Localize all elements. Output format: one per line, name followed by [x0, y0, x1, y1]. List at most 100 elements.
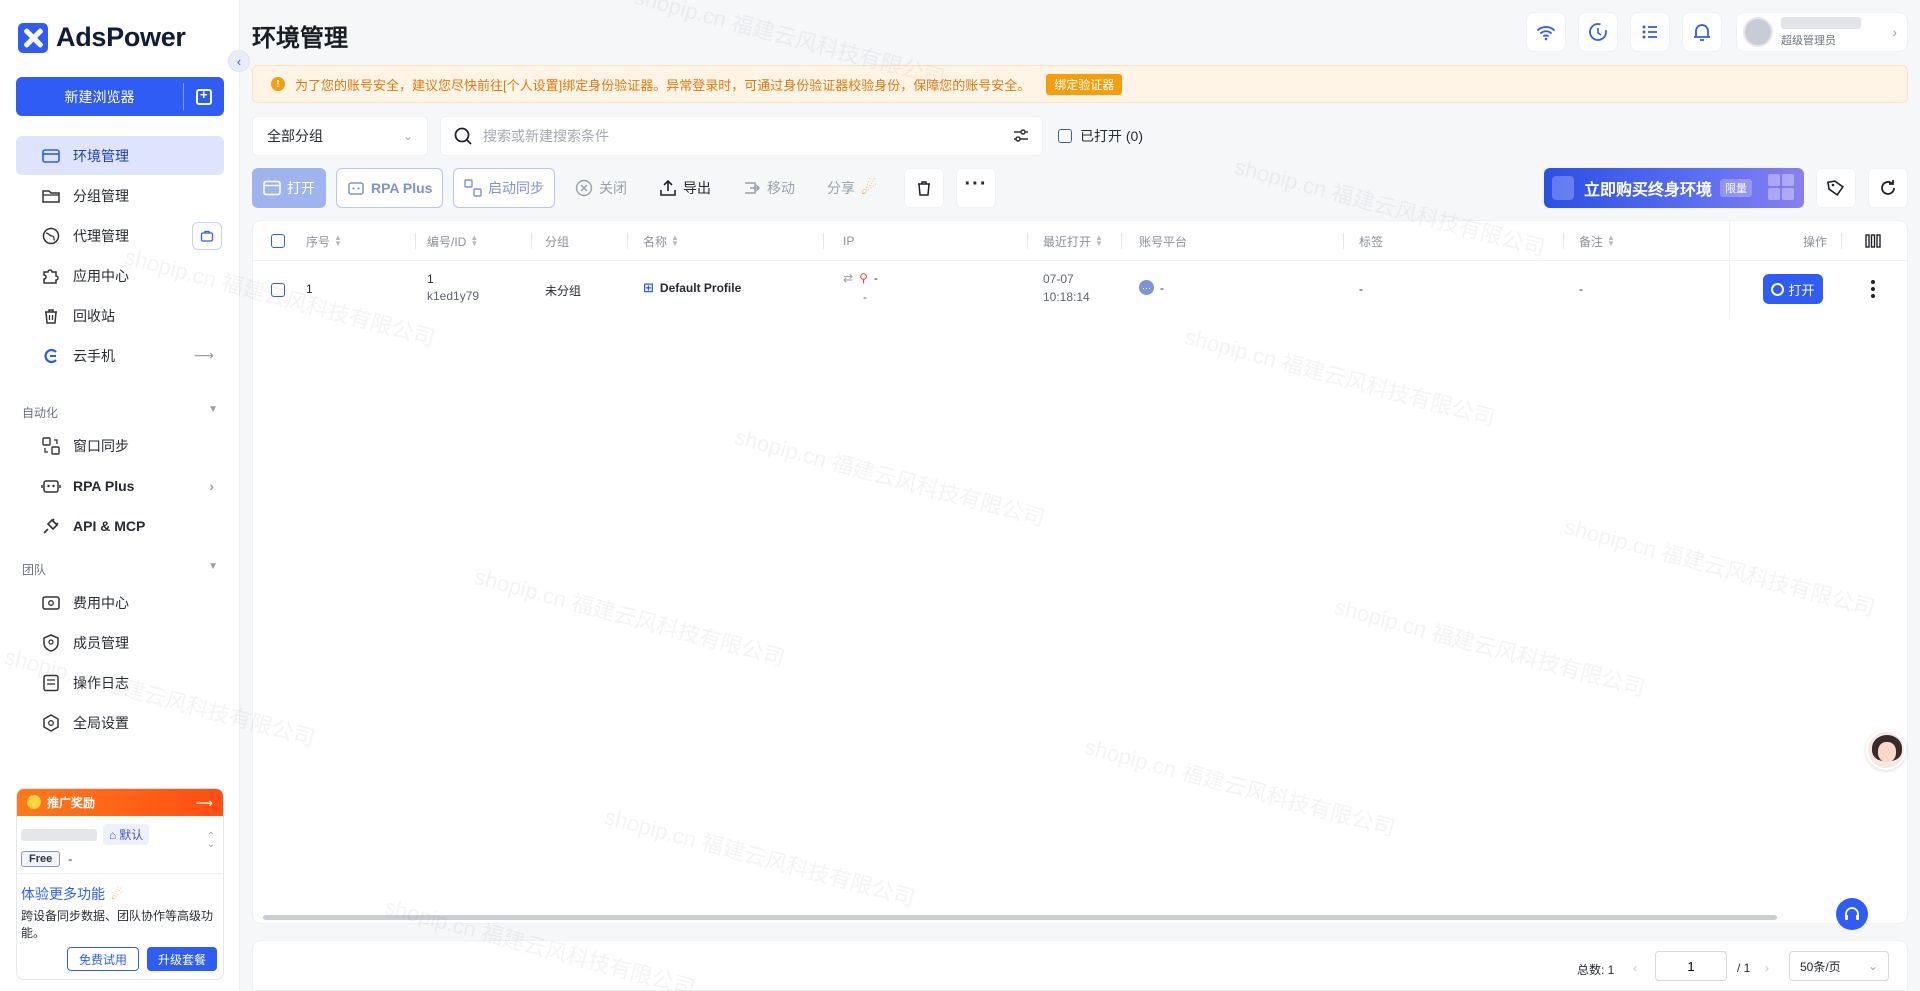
tag-icon [1826, 180, 1845, 197]
refresh-button[interactable] [1868, 168, 1908, 208]
new-browser-button[interactable]: 新建浏览器 [16, 77, 224, 116]
close-selected-button[interactable]: 关闭 [564, 168, 638, 208]
sidebar-item-members[interactable]: 成员管理 [16, 623, 224, 662]
row-id[interactable]: k1ed1y79 [427, 289, 479, 303]
section-title: 团队 [22, 563, 47, 577]
browser-window-icon [41, 146, 61, 166]
sidebar: AdsPower 新建浏览器 环境管理 分组管理 代理管理 应用中心 回收站 云… [0, 0, 240, 991]
ai-assistant-avatar[interactable] [1866, 730, 1906, 770]
col-tags: 标签 [1359, 234, 1384, 249]
tag-button[interactable] [1816, 168, 1856, 208]
buy-lifetime-banner[interactable]: 立即购买终身环境 限量 [1544, 168, 1804, 208]
search-icon [454, 127, 472, 145]
opened-label: 已打开 (0) [1080, 128, 1143, 144]
row-checkbox[interactable] [271, 283, 285, 297]
sidebar-item-label: 操作日志 [73, 674, 129, 691]
sidebar-item-logs[interactable]: 操作日志 [16, 663, 224, 702]
checkbox[interactable] [1058, 129, 1072, 143]
sidebar-item-app-center[interactable]: 应用中心 [16, 256, 224, 295]
user-menu[interactable]: 超级管理员 › [1736, 12, 1908, 52]
platform-more-icon: ··· [1139, 280, 1154, 295]
sidebar-item-rpa-plus[interactable]: RPA Plus › [16, 466, 224, 505]
swap-icon: ⇄ [843, 271, 854, 285]
col-index[interactable]: 序号 ▲ ▼ [306, 221, 342, 261]
sidebar-item-proxies[interactable]: 代理管理 [16, 216, 224, 255]
sidebar-item-cloud-phone[interactable]: 云手机 ⟶ [16, 336, 224, 375]
delete-button[interactable] [904, 168, 944, 208]
plan-row: Free - [17, 845, 223, 874]
sidebar-item-groups[interactable]: 分组管理 [16, 176, 224, 215]
network-status-button[interactable] [1526, 12, 1566, 52]
customer-support-button[interactable] [1836, 898, 1868, 930]
column-settings-icon[interactable] [1865, 221, 1881, 261]
bind-authenticator-button[interactable]: 绑定验证器 [1046, 73, 1123, 95]
col-group: 分组 [545, 234, 570, 249]
proxy-shop-button[interactable] [192, 221, 222, 250]
share-label: 分享 [827, 180, 855, 196]
sidebar-item-label: 全局设置 [73, 714, 129, 731]
export-button[interactable]: 导出 [648, 168, 722, 208]
table-row[interactable]: 1 1 k1ed1y79 未分组 ⊞ Default Profile ⇄ ⚲ -… [253, 262, 1907, 318]
notice-text: 为了您的账号安全，建议您尽快前往[个人设置]绑定身份验证器。异常登录时，可通过身… [295, 77, 1031, 93]
row-open-button[interactable]: 打开 [1763, 274, 1823, 304]
group-select-value: 全部分组 [267, 128, 323, 144]
col-last-opened[interactable]: 最近打开 ▲ ▼ [1043, 221, 1103, 261]
free-trial-button[interactable]: 免费试用 [66, 947, 139, 971]
rpa-plus-button[interactable]: RPA Plus [336, 168, 444, 208]
start-sync-label: 启动同步 [488, 180, 544, 196]
next-page-icon[interactable]: › [1765, 961, 1769, 975]
row-remark[interactable]: - [1579, 282, 1583, 296]
select-all-checkbox[interactable] [271, 221, 285, 261]
col-id[interactable]: 编号/ID ▲ ▼ [427, 221, 478, 261]
chevron-right-icon: › [209, 477, 214, 494]
task-list-button[interactable] [1630, 12, 1670, 52]
bell-icon [1694, 24, 1710, 41]
puzzle-icon [41, 266, 61, 286]
notifications-button[interactable] [1682, 12, 1722, 52]
more-actions-button[interactable]: ··· [956, 168, 996, 208]
opened-only-checkbox[interactable]: 已打开 (0) [1058, 126, 1143, 146]
sidebar-item-billing[interactable]: 费用中心 [16, 583, 224, 622]
move-icon [745, 182, 761, 194]
plan-tag: Free [21, 851, 61, 867]
open-selected-button[interactable]: 打开 [252, 168, 326, 208]
default-tag: ⌂ 默认 [103, 824, 150, 845]
promo-header[interactable]: 推广奖励 ⟶ [17, 789, 223, 816]
settings-hex-icon [41, 713, 61, 733]
account-switcher[interactable]: ⌂ 默认 [17, 816, 223, 845]
sidebar-item-global-settings[interactable]: 全局设置 [16, 703, 224, 742]
row-name[interactable]: ⊞ Default Profile [643, 280, 741, 296]
sidebar-item-recycle-bin[interactable]: 回收站 [16, 296, 224, 335]
start-sync-button[interactable]: 启动同步 [453, 168, 555, 208]
sidebar-item-label: 分组管理 [73, 187, 129, 204]
collapse-sidebar-icon[interactable]: ‹ [228, 50, 250, 72]
sidebar-item-profiles[interactable]: 环境管理 [16, 136, 224, 175]
switch-account-icon[interactable]: ⌃ ⌄ [207, 832, 215, 850]
section-automation[interactable]: 自动化 ▼ [22, 404, 218, 421]
move-button[interactable]: 移动 [732, 168, 806, 208]
sidebar-item-window-sync[interactable]: 窗口同步 [16, 426, 224, 465]
col-remark[interactable]: 备注 ▲ ▼ [1579, 221, 1615, 261]
page-number-input[interactable] [1655, 951, 1727, 981]
sync-button[interactable] [1578, 12, 1618, 52]
new-browser-label[interactable]: 新建浏览器 [16, 77, 183, 116]
col-name[interactable]: 名称 ▲ ▼ [643, 221, 679, 261]
upgrade-plan-button[interactable]: 升级套餐 [146, 947, 217, 971]
share-button[interactable]: 分享 ☄ [816, 168, 888, 208]
batch-create-button[interactable] [184, 77, 224, 116]
buy-banner-label: 立即购买终身环境 [1584, 182, 1713, 199]
horizontal-scrollbar[interactable] [263, 915, 1777, 920]
window-sync-icon [464, 179, 482, 197]
section-team[interactable]: 团队 ▼ [22, 561, 218, 578]
prev-page-icon[interactable]: ‹ [1633, 961, 1637, 975]
sidebar-item-api-mcp[interactable]: API & MCP [16, 506, 224, 545]
sidebar-item-label: 成员管理 [73, 634, 129, 651]
group-select[interactable]: 全部分组 ⌄ [252, 116, 428, 156]
page-size-select[interactable]: 50条/页 ⌄ [1789, 951, 1889, 981]
row-platform: ··· - [1139, 280, 1164, 295]
plug-icon [41, 516, 61, 536]
row-more-button[interactable] [1863, 276, 1883, 302]
filter-sliders-icon[interactable] [1012, 127, 1030, 145]
app-logo[interactable]: AdsPower [18, 22, 186, 53]
search-input[interactable] [483, 128, 1002, 144]
